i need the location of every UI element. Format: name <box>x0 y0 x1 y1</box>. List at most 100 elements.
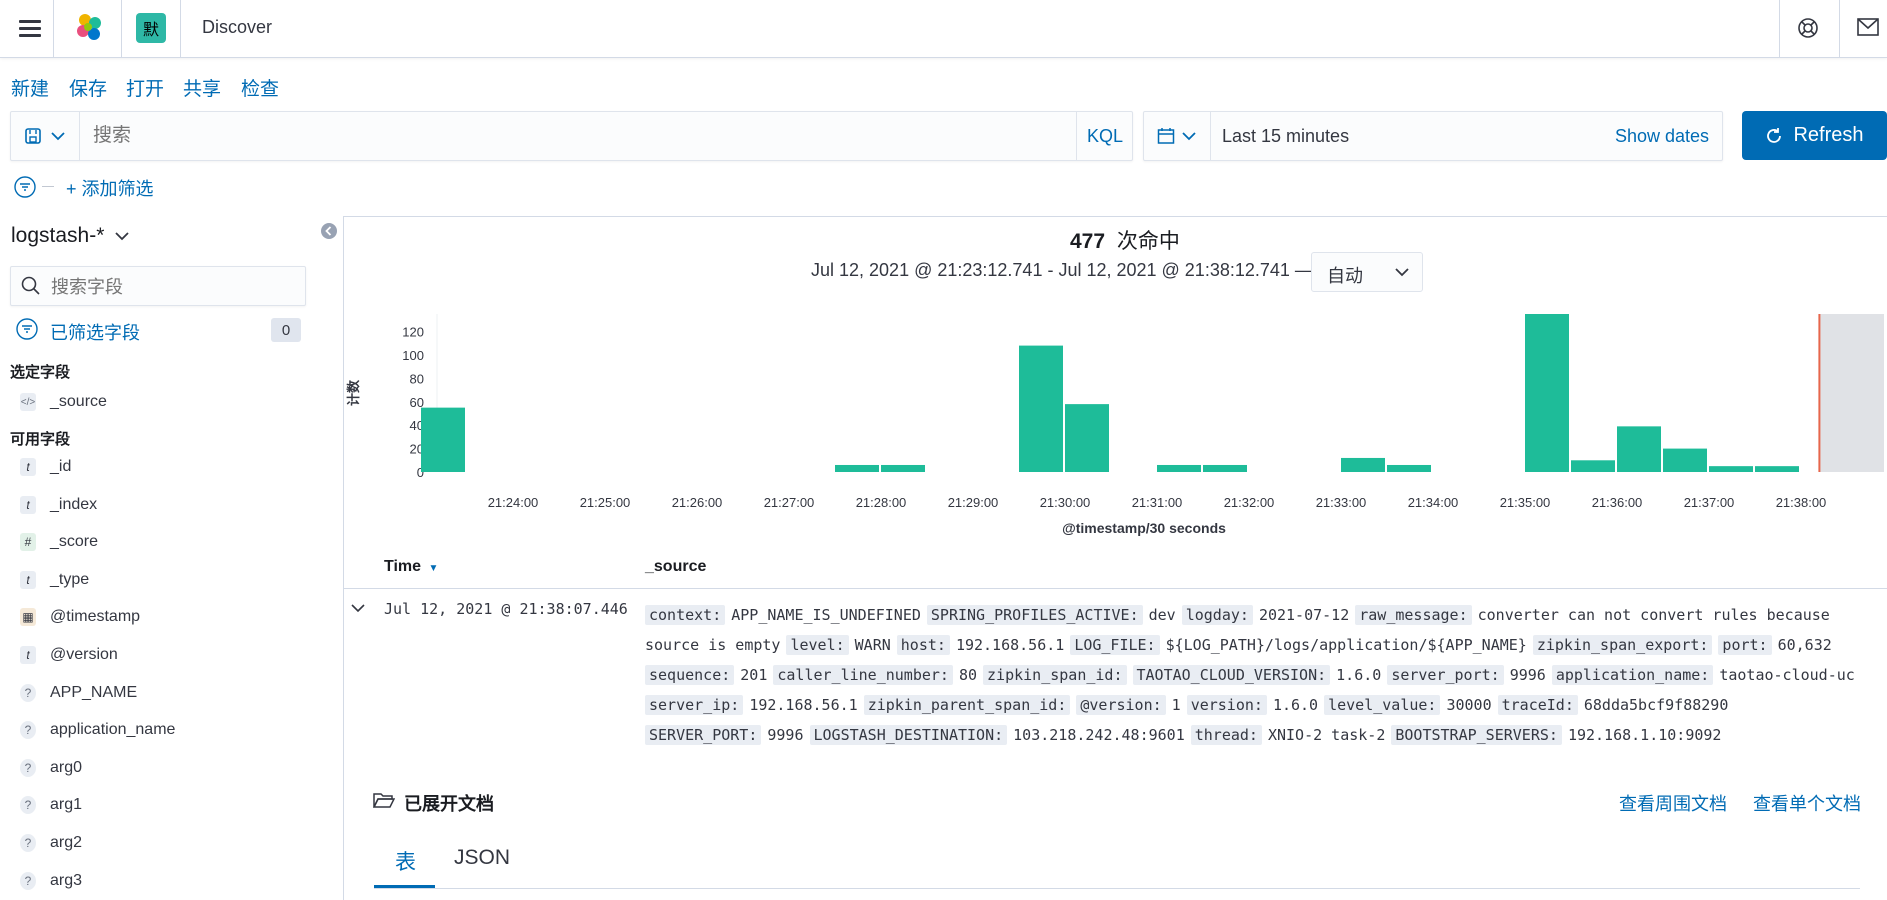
refresh-label: Refresh <box>1793 124 1864 146</box>
source-value: dev <box>1148 606 1176 624</box>
time-column-label: Time <box>384 558 422 575</box>
field-name: _id <box>50 458 72 475</box>
source-icon: </> <box>20 393 36 411</box>
expanded-doc-title: 已展开文档 <box>404 794 494 814</box>
mail-icon[interactable] <box>1857 18 1879 41</box>
field-item[interactable]: ? arg1 <box>20 793 82 817</box>
elastic-logo-icon[interactable] <box>73 11 105 48</box>
show-dates-button[interactable]: Show dates <box>1615 126 1709 147</box>
field-item[interactable]: </> _source <box>20 390 107 414</box>
histogram-chart[interactable]: 020406080100120计数21:24:00 21:25:00 21:26:0… <box>344 300 1887 545</box>
x-tick-label: 21:27:00 <box>764 495 815 510</box>
time-range-label[interactable]: Last 15 minutes <box>1222 126 1349 147</box>
field-item[interactable]: ? arg0 <box>20 756 82 780</box>
x-tick-label: 21:32:00 <box>1224 495 1275 510</box>
view-surrounding-link[interactable]: 查看周围文档 <box>1619 790 1727 816</box>
saved-query-button[interactable] <box>11 112 80 160</box>
field-item[interactable]: ? APP_NAME <box>20 681 137 705</box>
query-input[interactable] <box>91 122 875 150</box>
sort-desc-icon[interactable]: ▼ <box>429 563 439 574</box>
refresh-button[interactable]: Refresh <box>1742 111 1887 160</box>
main-top-border <box>344 216 1887 217</box>
field-item[interactable]: ▦ @timestamp <box>20 605 140 629</box>
filter-options-icon[interactable] <box>14 176 36 203</box>
field-name: @version <box>50 646 118 663</box>
histogram-bar[interactable] <box>1203 464 1247 472</box>
source-value: converter can not convert rules because <box>1477 606 1830 624</box>
field-item[interactable]: ? arg2 <box>20 831 82 855</box>
filter-fields-icon <box>16 318 38 345</box>
share-button[interactable]: 共享 <box>183 74 221 101</box>
inspect-button[interactable]: 检查 <box>241 74 279 101</box>
histogram-bar[interactable] <box>835 464 879 472</box>
histogram-bar[interactable] <box>1525 314 1569 472</box>
space-avatar[interactable]: 默 <box>136 13 166 43</box>
histogram-bar[interactable] <box>1709 466 1753 472</box>
source-key: context: <box>645 605 726 625</box>
add-filter-button[interactable]: + 添加筛选 <box>66 175 154 201</box>
source-value: 30000 <box>1446 696 1492 714</box>
source-value: 103.218.242.48:9601 <box>1013 726 1185 744</box>
histogram-bar[interactable] <box>1663 448 1707 472</box>
folder-open-icon <box>372 791 396 814</box>
histogram-bar[interactable] <box>1755 466 1799 472</box>
field-item[interactable]: ? arg3 <box>20 869 82 893</box>
source-value: 80 <box>958 666 978 684</box>
help-icon[interactable] <box>1797 17 1819 44</box>
interval-select[interactable]: 自动 <box>1311 252 1423 292</box>
source-key: BOOTSTRAP_SERVERS: <box>1391 725 1562 745</box>
source-key: SERVER_PORT: <box>645 725 762 745</box>
histogram-bar[interactable] <box>881 464 925 472</box>
source-line: sequence: 201 caller_line_number: 80 zipkin_… <box>645 664 1861 686</box>
save-icon <box>25 128 41 144</box>
source-key: zipkin_span_export: <box>1532 635 1713 655</box>
index-pattern-selector[interactable]: logstash-* <box>11 224 130 248</box>
save-button[interactable]: 保存 <box>69 74 107 101</box>
interval-value: 自动 <box>1327 266 1363 286</box>
field-item[interactable]: t @version <box>20 643 118 667</box>
field-item[interactable]: t _index <box>20 493 97 517</box>
quick-menu-button[interactable] <box>1144 112 1211 160</box>
histogram-bar[interactable] <box>421 407 465 472</box>
tab-json[interactable]: JSON <box>454 846 510 870</box>
field-search-input[interactable] <box>49 275 293 299</box>
source-key: port: <box>1718 635 1772 655</box>
histogram-bar[interactable] <box>1065 404 1109 472</box>
source-value: XNIO-2 task-2 <box>1267 726 1386 744</box>
filtered-fields-button[interactable]: 已筛选字段 <box>50 319 140 345</box>
source-key: raw_message: <box>1355 605 1472 625</box>
field-item[interactable]: t _id <box>20 455 71 479</box>
y-tick-label: 100 <box>402 348 424 363</box>
field-item[interactable]: # _score <box>20 530 98 554</box>
source-key: traceId: <box>1497 695 1578 715</box>
source-value: taotao-cloud-uc <box>1719 666 1855 684</box>
source-key: level: <box>786 635 849 655</box>
source-value: source is empty <box>645 636 781 654</box>
histogram-bar[interactable] <box>1571 460 1615 472</box>
collapse-sidebar-icon[interactable] <box>320 222 338 245</box>
unknown-type-icon: ? <box>20 796 36 815</box>
collapse-row-icon[interactable] <box>350 600 366 618</box>
menu-icon[interactable] <box>19 16 41 41</box>
histogram-bar[interactable] <box>1019 345 1063 472</box>
field-item[interactable]: t _type <box>20 568 89 592</box>
open-button[interactable]: 打开 <box>126 74 164 101</box>
x-tick-label: 21:34:00 <box>1408 495 1459 510</box>
x-tick-label: 21:31:00 <box>1132 495 1183 510</box>
source-line: source is empty level: WARN host: 192.168.56… <box>645 634 1838 656</box>
index-pattern-label: logstash-* <box>11 224 105 247</box>
source-value: 192.168.56.1 <box>749 696 858 714</box>
view-single-link[interactable]: 查看单个文档 <box>1753 790 1861 816</box>
time-column-header[interactable]: Time ▼ <box>384 558 438 576</box>
histogram-bar[interactable] <box>1387 464 1431 472</box>
new-button[interactable]: 新建 <box>11 74 49 101</box>
kql-button[interactable]: KQL <box>1076 112 1133 160</box>
hits-count: 477 次命中 <box>1070 225 1180 255</box>
histogram-bar[interactable] <box>1157 464 1201 472</box>
histogram-bar[interactable] <box>1341 457 1385 472</box>
histogram-bar[interactable] <box>1617 426 1661 472</box>
field-name: arg2 <box>50 834 83 851</box>
tab-table[interactable]: 表 <box>395 846 416 876</box>
field-item[interactable]: ? application_name <box>20 718 175 742</box>
source-key: zipkin_parent_span_id: <box>863 695 1071 715</box>
